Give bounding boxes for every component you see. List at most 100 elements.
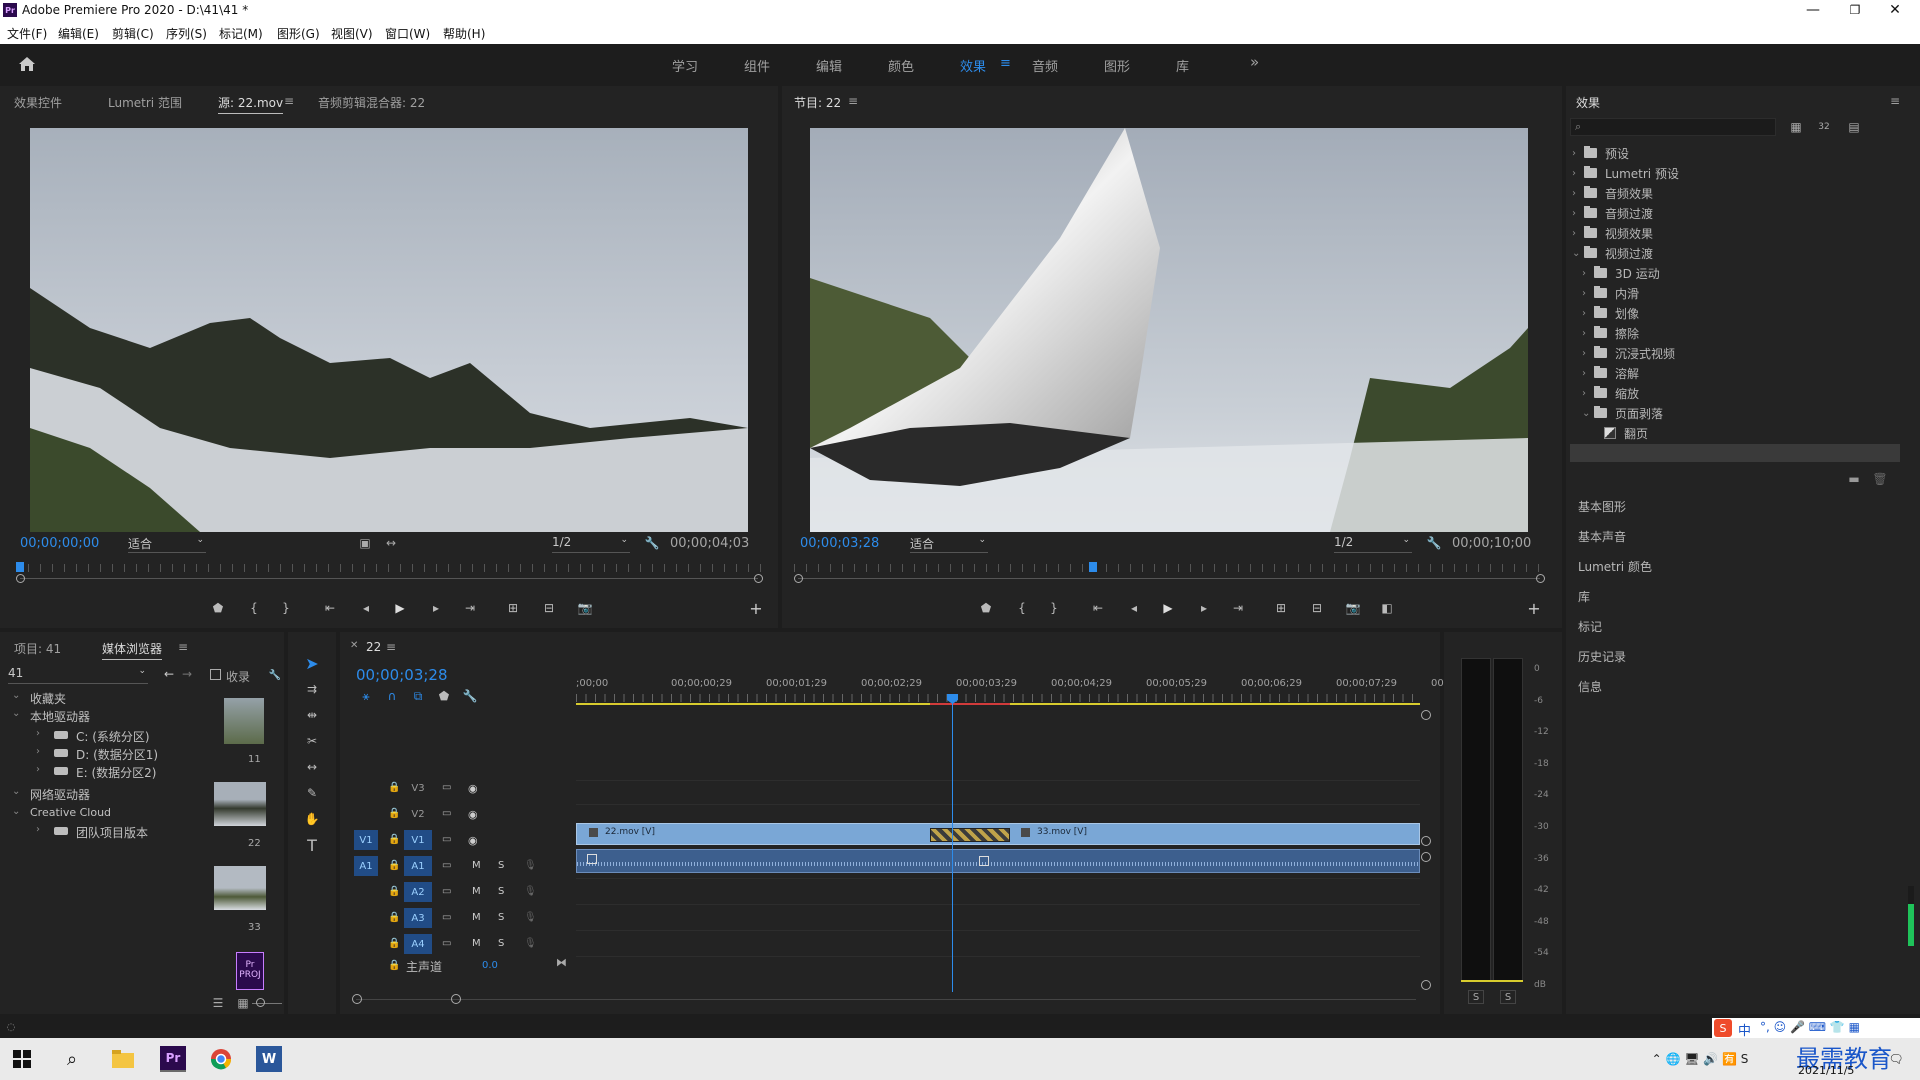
ripple-edit-tool-icon[interactable]: ⇹	[300, 704, 324, 726]
sogou-icon[interactable]: S	[1714, 1019, 1732, 1037]
chevron-right-icon[interactable]: ›	[1572, 208, 1584, 219]
solo-button[interactable]: S	[498, 912, 504, 923]
effects-tree-item[interactable]: › 沉浸式视频	[1582, 344, 1675, 362]
lock-icon[interactable]: 🔒	[388, 808, 400, 819]
panel-menu-icon[interactable]: ≡	[178, 640, 188, 654]
tab-source[interactable]: 源: 22.mov	[218, 94, 284, 114]
thumbnail-22[interactable]	[214, 782, 266, 826]
toggle-sync-icon[interactable]: ▭	[442, 808, 451, 819]
track-target[interactable]: A1	[404, 856, 432, 876]
tab-media-browser[interactable]: 媒体浏览器	[102, 640, 163, 660]
mute-button[interactable]: M	[472, 938, 481, 949]
media-tree-item[interactable]: Creative Cloud	[30, 806, 111, 819]
effects-search-input[interactable]: ⌕	[1570, 118, 1776, 136]
section-essential-sound[interactable]: 基本声音	[1578, 528, 1626, 545]
master-value[interactable]: 0.0	[482, 960, 498, 971]
lift-icon[interactable]: ⊞	[1272, 600, 1290, 616]
eye-icon[interactable]: ◉	[468, 834, 478, 847]
chevron-right-icon[interactable]: ›	[1582, 368, 1594, 379]
scroll-handle-top[interactable]	[1421, 710, 1431, 720]
go-to-out-icon[interactable]: ⇥	[462, 600, 478, 616]
solo-left-button[interactable]: S	[1468, 990, 1484, 1004]
timeline-settings-icon[interactable]: 🔧	[462, 688, 478, 704]
track-target[interactable]: A2	[404, 882, 432, 902]
type-tool-icon[interactable]: T	[300, 834, 324, 856]
maximize-icon[interactable]: ❐	[1840, 2, 1870, 18]
lock-icon[interactable]: 🔒	[388, 782, 400, 793]
chevron-down-icon[interactable]: ⌄	[12, 690, 20, 701]
chevron-down-icon[interactable]: ⌄	[1582, 408, 1594, 419]
track-target[interactable]: V2	[404, 804, 432, 824]
section-markers[interactable]: 标记	[1578, 618, 1602, 635]
menu-view[interactable]: 视图(V)	[331, 25, 373, 42]
chevron-right-icon[interactable]: ›	[1572, 228, 1584, 239]
transition-page-peel[interactable]	[930, 828, 1010, 842]
chevron-down-icon[interactable]: ⌄	[12, 806, 20, 817]
zoom-handle-right[interactable]	[754, 574, 763, 583]
yuv-effects-icon[interactable]: ▤	[1842, 118, 1866, 136]
favorites-checkbox[interactable]	[210, 669, 221, 680]
source-zoom-select[interactable]: 适合 ⌄	[128, 535, 206, 553]
solo-button[interactable]: S	[498, 860, 504, 871]
timeline-h-scroll[interactable]	[356, 999, 1416, 1000]
premiere-taskbar-icon[interactable]: Pr	[160, 1046, 186, 1072]
eye-icon[interactable]: ◉	[468, 808, 478, 821]
add-button-icon[interactable]: +	[1526, 599, 1542, 618]
icon-view-icon[interactable]: ▦	[236, 996, 250, 1010]
mute-button[interactable]: M	[472, 886, 481, 897]
close-sequence-icon[interactable]: ✕	[350, 640, 358, 651]
go-to-in-icon[interactable]: ⇤	[1090, 600, 1106, 616]
section-lumetri-color[interactable]: Lumetri 颜色	[1578, 558, 1652, 575]
thumbnail-11[interactable]	[224, 698, 264, 744]
toggle-sync-icon[interactable]: ▭	[442, 938, 451, 949]
compare-view-icon[interactable]: ◧	[1378, 600, 1396, 616]
source-zoom-bar[interactable]	[20, 578, 758, 579]
track-select-tool-icon[interactable]: ⇉	[300, 678, 324, 700]
close-icon[interactable]: ✕	[1880, 2, 1910, 18]
effects-tree-item[interactable]: › 缩放	[1582, 384, 1639, 402]
notification-icon[interactable]: 🗨	[1886, 1050, 1906, 1068]
solo-button[interactable]: S	[498, 938, 504, 949]
audio-clip[interactable]	[576, 849, 1420, 873]
menu-edit[interactable]: 编辑(E)	[58, 25, 99, 42]
step-forward-icon[interactable]: ▸	[428, 600, 444, 616]
effects-tree-item[interactable]: › 内滑	[1582, 284, 1639, 302]
media-tree-item[interactable]: D: (数据分区1)	[76, 746, 158, 763]
add-marker-icon[interactable]: ⬟	[978, 600, 994, 616]
tab-audio-clip-mixer[interactable]: 音频剪辑混合器: 22	[318, 94, 425, 111]
ime-language[interactable]: 中	[1738, 1020, 1751, 1039]
menu-clip[interactable]: 剪辑(C)	[112, 25, 154, 42]
effects-tree-item[interactable]: ⌄ 视频过渡	[1572, 244, 1653, 262]
menu-graphics[interactable]: 图形(G)	[277, 25, 320, 42]
track-target[interactable]: V1	[404, 830, 432, 850]
tray-icons[interactable]: ⌃ 🌐 🖥 🔊 🈶 S	[1640, 1050, 1760, 1068]
go-to-in-icon[interactable]: ⇤	[322, 600, 338, 616]
step-back-icon[interactable]: ◂	[358, 600, 374, 616]
menu-help[interactable]: 帮助(H)	[443, 25, 485, 42]
scroll-handle-bottom[interactable]	[1421, 980, 1431, 990]
media-tree-item[interactable]: 收藏夹	[30, 690, 66, 707]
section-libraries[interactable]: 库	[1578, 588, 1590, 605]
lock-icon[interactable]: 🔒	[388, 834, 400, 845]
path-select[interactable]: 41 ⌄	[8, 666, 148, 684]
zoom-handle-left[interactable]	[794, 574, 803, 583]
program-timecode-current[interactable]: 00;00;03;28	[800, 536, 879, 551]
lock-icon[interactable]: 🔒	[388, 886, 400, 897]
voiceover-icon[interactable]: 🎙	[524, 886, 537, 897]
go-to-end-icon[interactable]: ⧓	[556, 956, 567, 969]
new-bin-icon[interactable]: ▬	[1846, 472, 1862, 486]
mute-button[interactable]: M	[472, 912, 481, 923]
razor-tool-icon[interactable]: ✂	[300, 730, 324, 752]
wrench-icon[interactable]: 🔧	[1426, 536, 1442, 550]
file-explorer-icon[interactable]	[110, 1048, 136, 1070]
mark-out-icon[interactable]: }	[278, 600, 294, 616]
lock-icon[interactable]: 🔒	[388, 860, 400, 871]
solo-right-button[interactable]: S	[1500, 990, 1516, 1004]
chevron-right-icon[interactable]: ›	[36, 764, 40, 775]
workspace-effects[interactable]: 效果	[960, 56, 986, 75]
effects-tree-item[interactable]: › 溶解	[1582, 364, 1639, 382]
timeline-timecode[interactable]: 00;00;03;28	[356, 666, 448, 684]
lock-icon[interactable]: 🔒	[388, 960, 400, 971]
eye-icon[interactable]: ◉	[468, 782, 478, 795]
scroll-handle-right[interactable]	[451, 994, 461, 1004]
